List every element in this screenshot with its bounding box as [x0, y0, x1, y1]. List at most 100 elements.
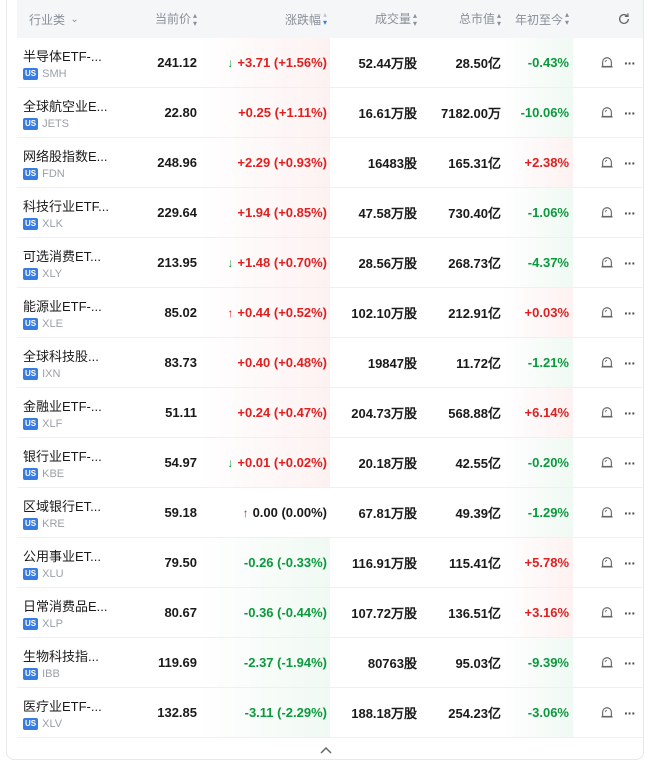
ytd-value: +5.78%	[524, 555, 569, 570]
etf-name[interactable]: 医疗业ETF-...	[23, 696, 142, 715]
alert-bell-button[interactable]	[600, 256, 624, 270]
etf-name-cell[interactable]: 可选消费ET... US XLY	[17, 246, 142, 280]
etf-name[interactable]: 能源业ETF-...	[23, 296, 142, 315]
more-options-icon[interactable]: ···	[624, 556, 636, 570]
market-cap-value: 136.51亿	[448, 606, 501, 621]
alert-bell-button[interactable]	[600, 406, 624, 420]
more-options-icon[interactable]: ···	[624, 256, 636, 270]
ytd-value: -10.06%	[520, 105, 569, 120]
etf-name[interactable]: 可选消费ET...	[23, 246, 142, 265]
table-row[interactable]: 日常消费品E... US XLP 80.67 -0.36 (-0.44%) 10…	[17, 588, 643, 638]
header-price[interactable]: 当前价 ▴ ▾	[142, 10, 197, 28]
alert-bell-button[interactable]	[600, 606, 624, 620]
more-options-icon[interactable]: ···	[624, 156, 636, 170]
chevron-up-icon[interactable]	[319, 745, 333, 755]
header-change[interactable]: 涨跌幅 ▴ ▾	[197, 0, 330, 38]
table-row[interactable]: 全球科技股... US IXN 83.73 +0.40 (+0.48%) 198…	[17, 338, 643, 388]
etf-name[interactable]: 金融业ETF-...	[23, 396, 142, 415]
alert-bell-button[interactable]	[600, 356, 624, 370]
row-actions: ···	[573, 106, 643, 120]
etf-name-cell[interactable]: 网络股指数E... US FDN	[17, 146, 142, 180]
more-options-icon[interactable]: ···	[624, 706, 636, 720]
market-badge: US	[23, 617, 39, 630]
table-row[interactable]: 半导体ETF-... US SMH 241.12 ↓ +3.71 (+1.56%…	[17, 38, 643, 88]
table-row[interactable]: 金融业ETF-... US XLF 51.11 +0.24 (+0.47%) 2…	[17, 388, 643, 438]
etf-name-cell[interactable]: 科技行业ETF... US XLK	[17, 196, 142, 230]
alert-bell-button[interactable]	[600, 56, 624, 70]
change-value: -0.26 (-0.33%)	[243, 555, 327, 570]
refresh-icon	[618, 13, 630, 24]
trend-arrow-icon: ↓	[227, 255, 234, 270]
etf-name[interactable]: 公用事业ET...	[23, 546, 142, 565]
ytd-cell: -10.06%	[501, 88, 573, 137]
etf-name-cell[interactable]: 区域银行ET... US KRE	[17, 496, 142, 530]
etf-name[interactable]: 区域银行ET...	[23, 496, 142, 515]
alert-bell-button[interactable]	[600, 306, 624, 320]
table-row[interactable]: 公用事业ET... US XLU 79.50 -0.26 (-0.33%) 11…	[17, 538, 643, 588]
etf-name-cell[interactable]: 日常消费品E... US XLP	[17, 596, 142, 630]
etf-name[interactable]: 全球科技股...	[23, 346, 142, 365]
more-options-icon[interactable]: ···	[624, 606, 636, 620]
ytd-value: +6.14%	[524, 405, 569, 420]
more-options-icon[interactable]: ···	[624, 206, 636, 220]
table-row[interactable]: 银行业ETF-... US KBE 54.97 ↓ +0.01 (+0.02%)…	[17, 438, 643, 488]
table-row[interactable]: 生物科技指... US IBB 119.69 -2.37 (-1.94%) 80…	[17, 638, 643, 688]
etf-name-cell[interactable]: 能源业ETF-... US XLE	[17, 296, 142, 330]
etf-name[interactable]: 网络股指数E...	[23, 146, 142, 165]
alert-bell-button[interactable]	[600, 106, 624, 120]
alert-bell-button[interactable]	[600, 456, 624, 470]
alert-bell-button[interactable]	[600, 656, 624, 670]
table-row[interactable]: 全球航空业E... US JETS 22.80 +0.25 (+1.11%) 1…	[17, 88, 643, 138]
row-actions: ···	[573, 306, 643, 320]
more-options-icon[interactable]: ···	[624, 56, 636, 70]
table-row[interactable]: 科技行业ETF... US XLK 229.64 +1.94 (+0.85%) …	[17, 188, 643, 238]
alert-bell-button[interactable]	[600, 206, 624, 220]
more-options-icon[interactable]: ···	[624, 456, 636, 470]
etf-name-cell[interactable]: 全球科技股... US IXN	[17, 346, 142, 380]
ytd-value: -4.37%	[527, 255, 569, 270]
change-cell: -0.36 (-0.44%)	[197, 588, 330, 637]
table-row[interactable]: 区域银行ET... US KRE 59.18 ↑ 0.00 (0.00%) 67…	[17, 488, 643, 538]
row-actions: ···	[573, 456, 643, 470]
table-row[interactable]: 网络股指数E... US FDN 248.96 +2.29 (+0.93%) 1…	[17, 138, 643, 188]
etf-name[interactable]: 全球航空业E...	[23, 96, 142, 115]
more-options-icon[interactable]: ···	[624, 306, 636, 320]
alert-bell-button[interactable]	[600, 506, 624, 520]
table-row[interactable]: 可选消费ET... US XLY 213.95 ↓ +1.48 (+0.70%)…	[17, 238, 643, 288]
alert-bell-button[interactable]	[600, 706, 624, 720]
header-ytd[interactable]: 年初至今 ▴ ▾	[501, 0, 573, 38]
table-row[interactable]: 能源业ETF-... US XLE 85.02 ↑ +0.44 (+0.52%)…	[17, 288, 643, 338]
more-options-icon[interactable]: ···	[624, 356, 636, 370]
etf-name[interactable]: 科技行业ETF...	[23, 196, 142, 215]
more-options-icon[interactable]: ···	[624, 406, 636, 420]
etf-name[interactable]: 银行业ETF-...	[23, 446, 142, 465]
alert-bell-button[interactable]	[600, 556, 624, 570]
header-category[interactable]: 行业类 ⌄	[17, 11, 142, 28]
etf-name-cell[interactable]: 半导体ETF-... US SMH	[17, 46, 142, 80]
etf-name[interactable]: 日常消费品E...	[23, 596, 142, 615]
etf-name-cell[interactable]: 全球航空业E... US JETS	[17, 96, 142, 130]
price-value: 79.50	[164, 555, 197, 570]
etf-name-cell[interactable]: 生物科技指... US IBB	[17, 646, 142, 680]
header-market-cap[interactable]: 总市值 ▴ ▾	[417, 10, 501, 28]
etf-name-cell[interactable]: 医疗业ETF-... US XLV	[17, 696, 142, 730]
etf-name[interactable]: 半导体ETF-...	[23, 46, 142, 65]
ytd-value: -0.20%	[527, 455, 569, 470]
etf-name[interactable]: 生物科技指...	[23, 646, 142, 665]
refresh-button[interactable]	[573, 12, 643, 26]
more-options-icon[interactable]: ···	[624, 656, 636, 670]
etf-name-cell[interactable]: 银行业ETF-... US KBE	[17, 446, 142, 480]
market-badge: US	[23, 267, 39, 280]
more-options-icon[interactable]: ···	[624, 106, 636, 120]
more-options-icon[interactable]: ···	[624, 506, 636, 520]
alert-bell-button[interactable]	[600, 156, 624, 170]
etf-name-cell[interactable]: 金融业ETF-... US XLF	[17, 396, 142, 430]
header-volume[interactable]: 成交量 ▴ ▾	[330, 10, 417, 28]
table-row[interactable]: 医疗业ETF-... US XLV 132.85 -3.11 (-2.29%) …	[17, 688, 643, 738]
etf-name-cell[interactable]: 公用事业ET... US XLU	[17, 546, 142, 580]
ytd-value: -9.39%	[527, 655, 569, 670]
etf-ticker: XLY	[42, 267, 63, 280]
market-badge: US	[23, 417, 39, 430]
change-value: +0.25 (+1.11%)	[238, 105, 327, 120]
etf-ticker: FDN	[42, 167, 65, 180]
